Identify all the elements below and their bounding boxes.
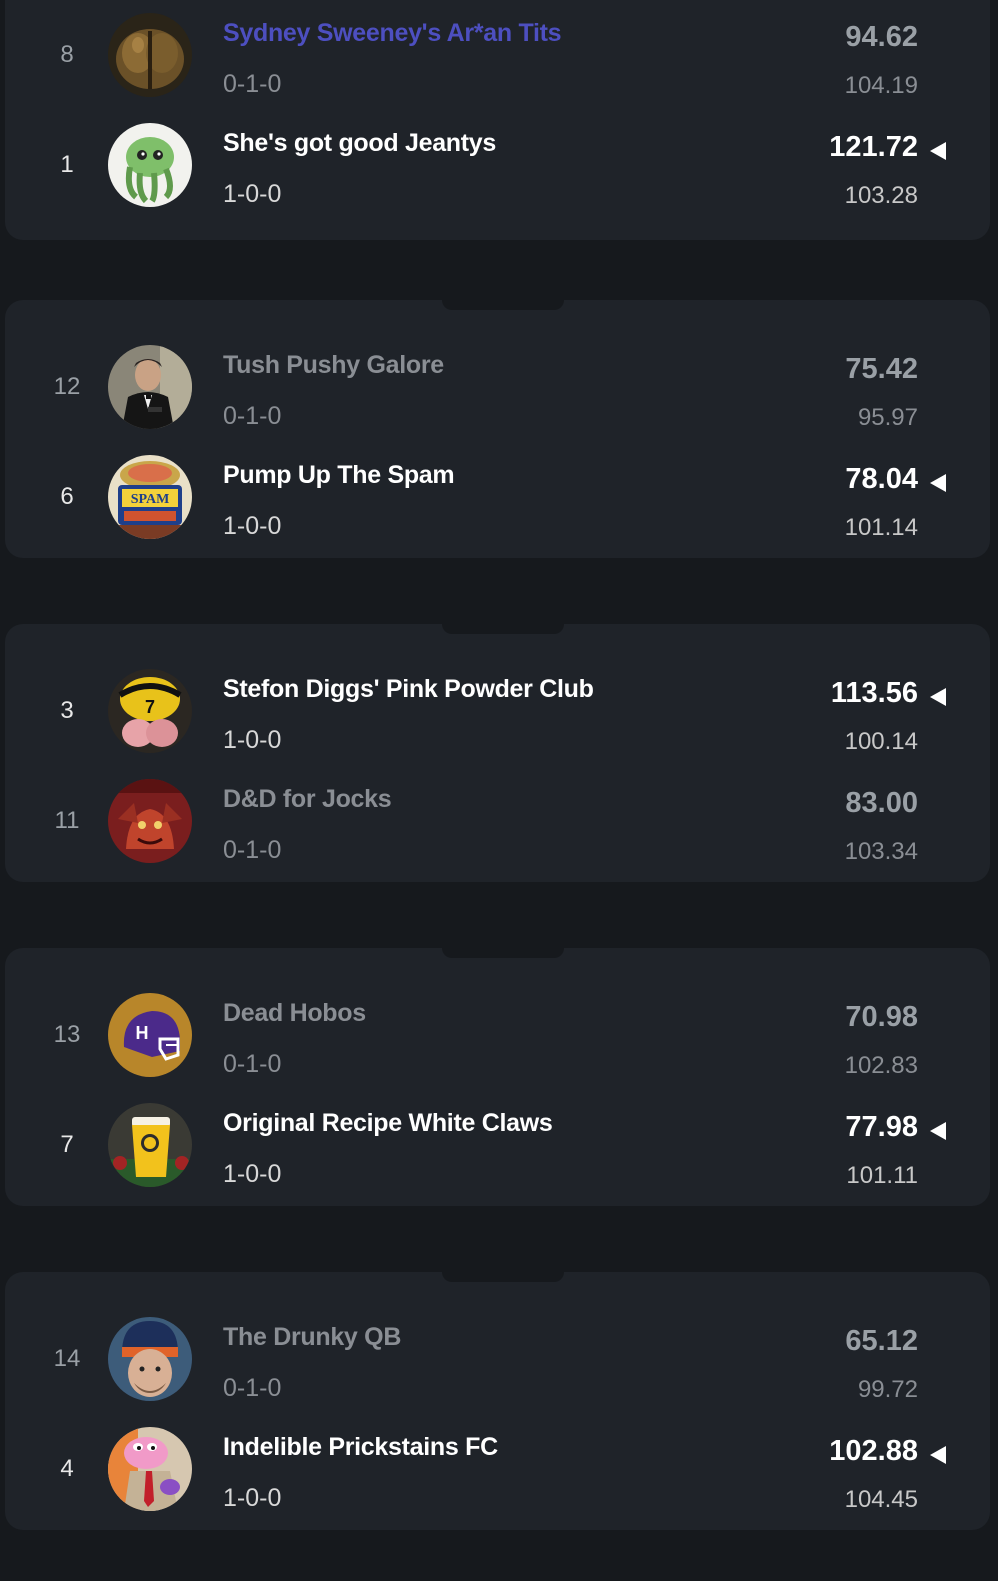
team-row[interactable]: 13 H Dead Hobos 0-1-0 70.98 102.83 <box>5 980 990 1090</box>
spam-can-avatar[interactable]: SPAM <box>108 455 192 539</box>
team-record: 1-0-0 <box>223 1160 282 1188</box>
winner-arrow-icon <box>930 1446 946 1464</box>
team-name[interactable]: Pump Up The Spam <box>223 461 455 490</box>
team-name[interactable]: Indelible Prickstains FC <box>223 1433 498 1462</box>
team-name[interactable]: Original Recipe White Claws <box>223 1109 553 1138</box>
team-rank: 8 <box>60 41 74 68</box>
team-score: 70.98 <box>845 1001 918 1033</box>
scoreboard: 8 Sydney Sweeney's Ar*an Tits 0-1-0 94.6… <box>0 0 998 1581</box>
pink-hippo-cartoon-avatar[interactable] <box>108 1427 192 1511</box>
winner-arrow-icon <box>930 1122 946 1140</box>
projected-score: 104.45 <box>844 1486 918 1513</box>
winner-arrow-icon <box>930 142 946 160</box>
team-row[interactable]: 14 The Drunky QB 0-1-0 65.12 99.72 <box>5 1304 990 1414</box>
team-rank: 4 <box>60 1455 74 1482</box>
man-in-tuxedo-avatar[interactable] <box>108 345 192 429</box>
card-divider-notch <box>442 1270 564 1282</box>
team-rank: 6 <box>60 483 74 510</box>
team-row[interactable]: 12 Tush Pushy Galore 0-1-0 75.42 95.97 <box>5 332 990 442</box>
winner-arrow-icon <box>930 474 946 492</box>
card-divider-notch <box>442 622 564 634</box>
team-rank: 13 <box>53 1021 81 1048</box>
matchup-card[interactable]: 3 7 Stefon Diggs' Pink Powder Club 1-0-0… <box>5 622 990 882</box>
team-rank: 1 <box>60 151 74 178</box>
winner-arrow-icon <box>930 688 946 706</box>
team-row[interactable]: 11 D&D for Jocks 0-1-0 83.00 103.34 <box>5 766 990 876</box>
projected-score: 104.19 <box>844 72 918 99</box>
team-row[interactable]: 4 Indelible Prickstains FC 1-0-0 102.88 <box>5 1414 990 1524</box>
red-dragon-avatar[interactable] <box>108 779 192 863</box>
team-row[interactable]: 3 7 Stefon Diggs' Pink Powder Club 1-0-0… <box>5 656 990 766</box>
projected-score: 101.14 <box>844 514 918 541</box>
yellow-cup-avatar[interactable] <box>108 1103 192 1187</box>
team-row[interactable]: 6 SPAM Pump Up The Spam 1-0-0 78.04 101.… <box>5 442 990 552</box>
team-score: 65.12 <box>845 1325 918 1357</box>
team-rank: 12 <box>53 373 81 400</box>
projected-score: 95.97 <box>857 404 918 431</box>
team-name[interactable]: The Drunky QB <box>223 1323 401 1352</box>
team-score: 75.42 <box>845 353 918 385</box>
team-record: 0-1-0 <box>223 402 282 430</box>
team-record: 0-1-0 <box>223 1374 282 1402</box>
team-row[interactable]: 1 She's got good Jeantys 1-0-0 121.72 10… <box>5 110 990 220</box>
team-score: 77.98 <box>845 1111 918 1143</box>
team-name[interactable]: D&D for Jocks <box>223 785 392 814</box>
purple-helmet-avatar[interactable]: H <box>108 993 192 1077</box>
team-record: 1-0-0 <box>223 512 282 540</box>
team-score: 78.04 <box>845 463 918 495</box>
svg-text:7: 7 <box>145 697 155 717</box>
team-rank: 11 <box>54 807 80 834</box>
team-record: 1-0-0 <box>223 1484 282 1512</box>
card-divider-notch <box>442 946 564 958</box>
team-name[interactable]: She's got good Jeantys <box>223 129 496 158</box>
projected-score: 100.14 <box>844 728 918 755</box>
team-rank: 7 <box>60 1131 74 1158</box>
team-name[interactable]: Sydney Sweeney's Ar*an Tits <box>223 19 562 48</box>
matchup-card[interactable]: 8 Sydney Sweeney's Ar*an Tits 0-1-0 94.6… <box>5 0 990 240</box>
yellow-jersey-7-avatar[interactable]: 7 <box>108 669 192 753</box>
team-score: 121.72 <box>829 131 918 163</box>
team-score: 83.00 <box>845 787 918 819</box>
card-divider-notch <box>442 298 564 310</box>
team-name[interactable]: Stefon Diggs' Pink Powder Club <box>223 675 594 704</box>
projected-score: 102.83 <box>844 1052 918 1079</box>
team-record: 0-1-0 <box>223 836 282 864</box>
matchup-card[interactable]: 13 H Dead Hobos 0-1-0 70.98 102.83 7 Ori… <box>5 946 990 1206</box>
green-tentacle-creature-avatar[interactable] <box>108 123 192 207</box>
svg-text:H: H <box>136 1023 149 1043</box>
svg-text:SPAM: SPAM <box>131 492 170 507</box>
team-name[interactable]: Dead Hobos <box>223 999 366 1028</box>
team-row[interactable]: 7 Original Recipe White Claws 1-0-0 77.9… <box>5 1090 990 1200</box>
team-rank: 3 <box>60 697 74 724</box>
projected-score: 99.72 <box>857 1376 918 1403</box>
team-score: 113.56 <box>830 677 918 709</box>
team-row[interactable]: 8 Sydney Sweeney's Ar*an Tits 0-1-0 94.6… <box>5 0 990 110</box>
team-rank: 14 <box>53 1345 81 1372</box>
projected-score: 101.11 <box>846 1162 918 1189</box>
projected-score: 103.34 <box>844 838 918 865</box>
team-score: 102.88 <box>829 1435 918 1467</box>
man-in-beanie-avatar[interactable] <box>108 1317 192 1401</box>
matchup-card[interactable]: 12 Tush Pushy Galore 0-1-0 75.42 95.97 6 <box>5 298 990 558</box>
bronze-helmet-avatar[interactable] <box>108 13 192 97</box>
team-record: 0-1-0 <box>223 1050 282 1078</box>
projected-score: 103.28 <box>844 182 918 209</box>
matchup-card[interactable]: 14 The Drunky QB 0-1-0 65.12 99.72 4 Ind… <box>5 1270 990 1530</box>
team-name[interactable]: Tush Pushy Galore <box>223 351 444 380</box>
team-score: 94.62 <box>845 21 918 53</box>
team-record: 1-0-0 <box>223 180 282 208</box>
team-record: 0-1-0 <box>223 70 282 98</box>
team-record: 1-0-0 <box>223 726 282 754</box>
